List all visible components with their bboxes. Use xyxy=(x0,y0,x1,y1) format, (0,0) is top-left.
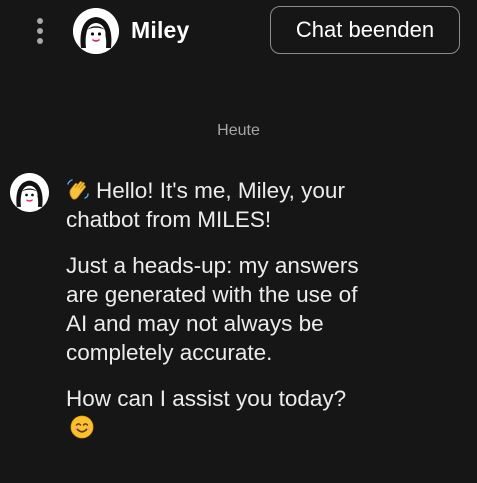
bot-avatar-icon xyxy=(73,8,119,54)
greeting-paragraph: Hello! It's me, Miley, your chatbot from… xyxy=(66,176,366,234)
bot-name: Miley xyxy=(131,17,190,43)
chat-window: Miley Chat beenden Heute Hello! It's me,… xyxy=(0,0,477,483)
menu-dot xyxy=(37,18,43,24)
disclaimer-paragraph: Just a heads-up: my answers are generate… xyxy=(66,253,359,365)
menu-dot xyxy=(37,38,43,44)
bot-message: Hello! It's me, Miley, your chatbot from… xyxy=(66,176,366,459)
smiling-face-emoji-icon xyxy=(70,415,94,439)
end-chat-button[interactable]: Chat beenden xyxy=(270,6,460,54)
menu-dot xyxy=(37,28,43,34)
more-options-icon[interactable] xyxy=(30,14,50,48)
waving-hand-emoji-icon xyxy=(67,179,89,200)
greeting-text: Hello! It's me, Miley, your chatbot from… xyxy=(66,178,345,232)
date-separator: Heute xyxy=(217,122,260,139)
message-avatar-icon xyxy=(10,173,49,212)
question-text: How can I assist you today? xyxy=(66,386,347,411)
question-paragraph: How can I assist you today? xyxy=(66,384,366,442)
chat-header: Miley Chat beenden xyxy=(0,0,477,64)
